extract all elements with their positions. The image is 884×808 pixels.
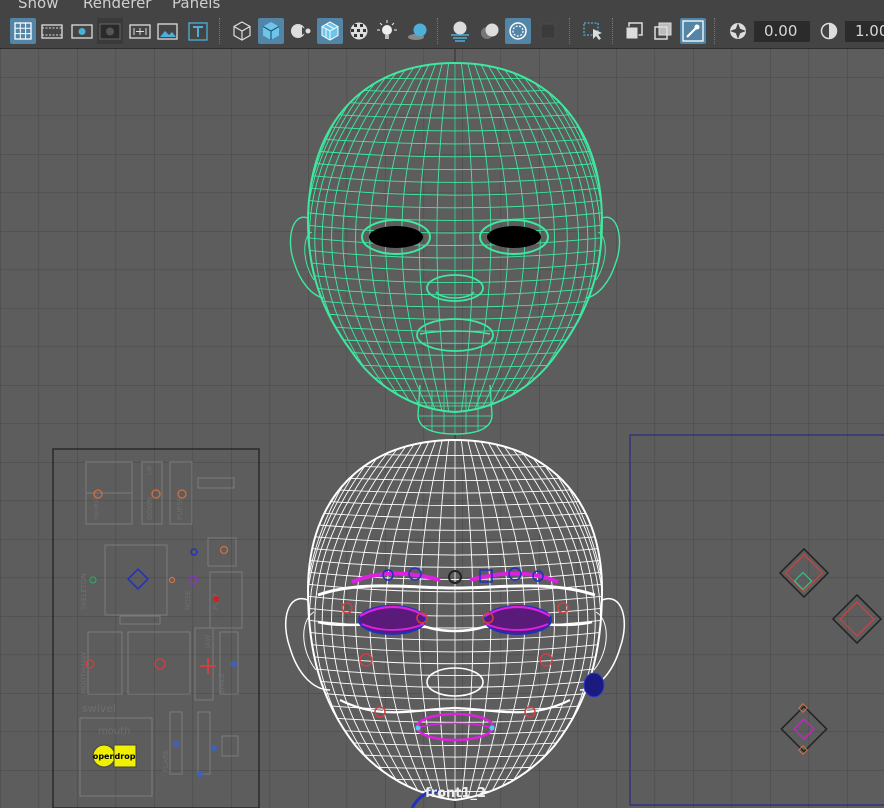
mouth-open-label: open [93,752,116,761]
depth-of-field-icon[interactable] [535,18,561,44]
panel-toolbar: 0.00 1.00 [0,12,884,49]
picker-label: MOUTH/JAW [80,652,88,694]
gate-mask-icon[interactable] [97,18,123,44]
resolution-gate-icon[interactable] [69,18,95,44]
picker-label: DOWN [146,497,154,520]
anti-aliasing-icon[interactable] [505,18,531,44]
picker-label: SMILE [218,673,226,694]
picker-label: JAW [204,635,212,649]
shadows-icon[interactable] [405,18,431,44]
image-plane-icon[interactable] [155,18,181,44]
exposure-icon[interactable] [725,18,751,44]
picker-label: mouth [98,726,130,737]
menu-renderer[interactable]: Renderer [83,0,151,12]
field-chart-icon[interactable] [127,18,153,44]
camera-label: front1_2 [425,786,486,801]
mouth-drop-label: drop [115,752,136,761]
xray-joints-icon[interactable] [680,18,706,44]
menu-panels[interactable]: Panels [172,0,220,12]
ambient-occlusion-icon[interactable] [447,18,473,44]
right-eye-socket [487,226,541,248]
picker-label: FLARE [162,750,170,772]
picker-label: UP [146,466,154,475]
smooth-shade-icon[interactable] [258,18,284,44]
isolate-select-icon[interactable] [580,18,606,44]
menu-show[interactable]: Show [18,0,58,12]
picker-label: squash [92,495,100,520]
gamma-icon[interactable] [816,18,842,44]
left-eye-socket [369,226,423,248]
textured-icon[interactable] [346,18,372,44]
text-icon[interactable] [185,18,211,44]
exposure-field[interactable]: 0.00 [754,21,810,42]
xray-icon[interactable] [621,18,647,44]
menu-bar: Show Renderer Panels [0,0,884,12]
shaded-wireframe-icon[interactable] [287,18,313,44]
grid-icon[interactable] [10,18,36,44]
motion-blur-icon[interactable] [477,18,503,44]
film-gate-icon[interactable] [39,18,65,44]
picker-label: NOSE [184,590,192,610]
viewport-canvas[interactable]: front1_2 swivel mouth squash UP DOWN PUR… [0,49,884,808]
use-all-lights-icon[interactable] [374,18,400,44]
wireframe-icon[interactable] [229,18,255,44]
picker-label: PURSE [176,497,184,520]
picker-label: SKELETON [80,573,88,610]
xray-active-components-icon[interactable] [650,18,676,44]
picker-label: swivel [82,702,116,715]
wireframe-on-shaded-icon[interactable] [317,18,343,44]
gamma-field[interactable]: 1.00 [845,21,884,42]
